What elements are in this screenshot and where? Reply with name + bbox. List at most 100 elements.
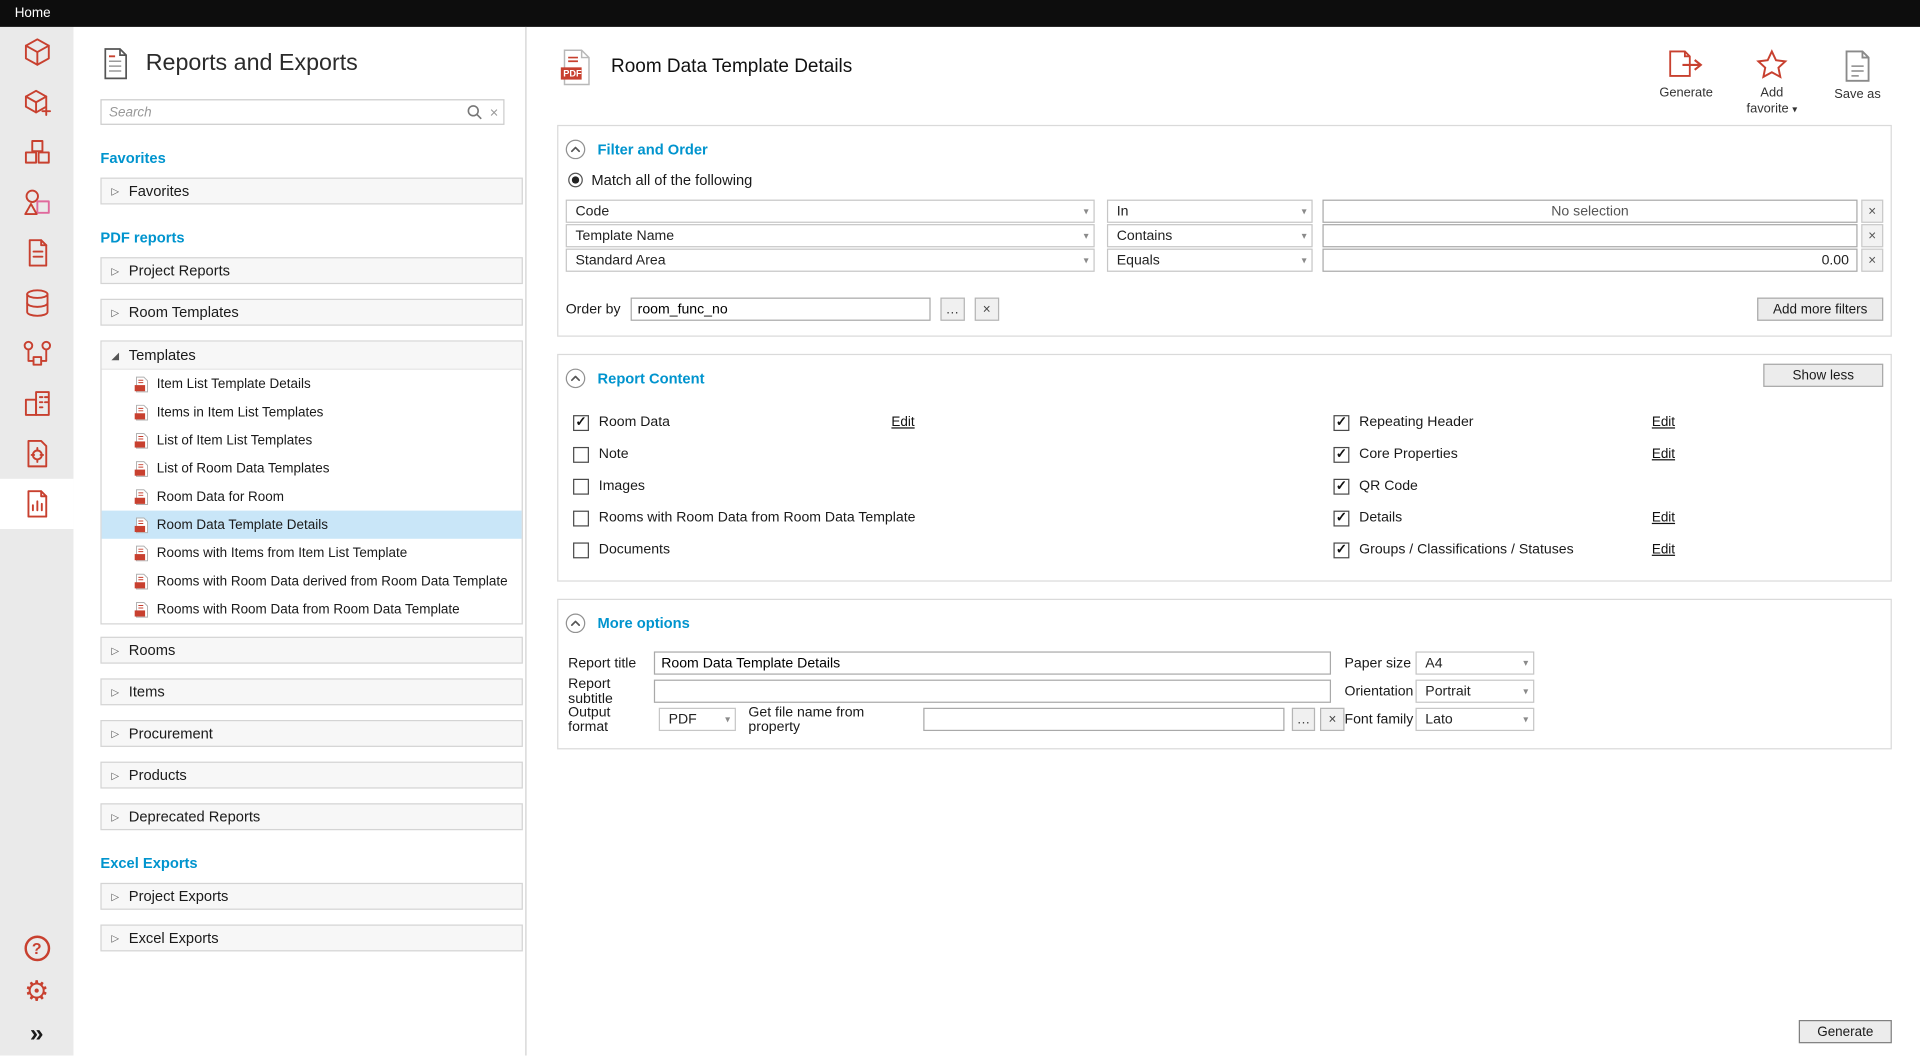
rail-item-database[interactable] [0,278,73,328]
edit-details-link[interactable]: Edit [1652,511,1675,526]
tree-item-rooms-with-room-data-from-template[interactable]: Rooms with Room Data from Room Data Temp… [102,595,522,623]
sidebar-item-items[interactable]: Items [100,678,522,705]
checkbox-label: Room Data [599,415,892,430]
core-properties-checkbox[interactable] [1333,446,1349,462]
filter-operator-select[interactable]: Equals [1107,249,1313,272]
edit-room-data-link[interactable]: Edit [891,415,914,430]
order-by-input[interactable] [630,298,930,321]
note-checkbox[interactable] [573,446,589,462]
search-icon[interactable] [467,104,483,120]
generate-report-button[interactable]: Generate [1799,1020,1892,1043]
order-by-browse-button[interactable] [940,298,964,321]
report-subtitle-input[interactable] [654,680,1331,703]
tree-item-room-data-template-details[interactable]: Room Data Template Details [102,511,522,539]
paper-size-select[interactable]: A4 [1416,651,1535,674]
edit-core-properties-link[interactable]: Edit [1652,447,1675,462]
help-icon[interactable] [24,936,50,962]
tree-item-rooms-with-items-from-item-list-template[interactable]: Rooms with Items from Item List Template [102,539,522,567]
section-title: Report Content [598,370,705,387]
rail-item-process[interactable] [0,328,73,378]
match-all-radio[interactable] [568,173,583,188]
documents-checkbox[interactable] [573,542,589,558]
rail-item-assemblies[interactable] [0,127,73,177]
rail-item-reports[interactable] [0,479,73,529]
font-family-select[interactable]: Lato [1416,708,1535,731]
rail-item-building[interactable] [0,378,73,428]
generate-button[interactable]: Generate [1653,49,1719,118]
get-file-name-input[interactable] [924,708,1284,731]
remove-filter-icon[interactable] [1861,200,1883,223]
file-name-browse-button[interactable] [1291,708,1315,731]
paper-size-label: Paper size [1344,656,1415,671]
tree-item-rooms-with-room-data-derived[interactable]: Rooms with Room Data derived from Room D… [102,567,522,595]
sidebar-title: Reports and Exports [146,50,358,77]
rail-item-shapes[interactable] [0,178,73,228]
clear-search-icon[interactable] [490,105,499,120]
shapes-icon [20,186,53,219]
filter-field-select[interactable]: Code [566,200,1095,223]
filter-value-field[interactable] [1322,224,1857,247]
filter-operator-select[interactable]: Contains [1107,224,1313,247]
collapse-section-icon[interactable] [566,613,586,633]
edit-groups-link[interactable]: Edit [1652,542,1675,557]
filter-value-field[interactable]: No selection [1322,200,1857,223]
save-as-button[interactable]: Save as [1824,49,1890,118]
filter-field-select[interactable]: Template Name [566,224,1095,247]
sidebar-item-excel-exports[interactable]: Excel Exports [100,924,522,951]
filter-value-field[interactable]: 0.00 [1322,249,1857,272]
edit-repeating-header-link[interactable]: Edit [1652,415,1675,430]
search-box [100,99,504,125]
remove-filter-icon[interactable] [1861,224,1883,247]
sidebar-item-favorites[interactable]: Favorites [100,178,522,205]
home-tab[interactable]: Home [15,6,51,21]
rail-item-cube-add[interactable] [0,77,73,127]
sidebar-item-project-reports[interactable]: Project Reports [100,257,522,284]
sidebar-item-rooms[interactable]: Rooms [100,637,522,664]
rooms-with-room-data-checkbox[interactable] [573,510,589,526]
content-option-images: Images [573,470,1333,502]
sidebar-item-deprecated-reports[interactable]: Deprecated Reports [100,803,522,830]
sidebar-item-project-exports[interactable]: Project Exports [100,883,522,910]
rail-item-cube[interactable] [0,27,73,77]
filter-operator-select[interactable]: In [1107,200,1313,223]
report-title-input[interactable] [654,651,1331,674]
titlebar: Home [0,0,1920,27]
add-more-filters-button[interactable]: Add more filters [1757,298,1883,321]
tree-item-list-of-room-data-templates[interactable]: List of Room Data Templates [102,454,522,482]
rail-item-document[interactable] [0,228,73,278]
expand-chevrons-icon[interactable] [30,1021,44,1045]
spec-document-icon [20,437,53,470]
report-toolbar: Generate Addfavorite Save as [1653,49,1891,118]
room-data-checkbox[interactable] [573,414,589,430]
file-name-clear-icon[interactable] [1320,708,1344,731]
groups-classifications-checkbox[interactable] [1333,542,1349,558]
settings-gear-icon[interactable] [24,977,49,1005]
qr-code-checkbox[interactable] [1333,478,1349,494]
sidebar-item-products[interactable]: Products [100,762,522,789]
rail-item-spec-document[interactable] [0,429,73,479]
details-checkbox[interactable] [1333,510,1349,526]
save-as-label: Save as [1834,87,1880,103]
order-by-clear-icon[interactable] [974,298,998,321]
collapse-section-icon[interactable] [566,369,586,389]
tree-item-items-in-item-list-templates[interactable]: Items in Item List Templates [102,398,522,426]
chevron-down-icon [1084,206,1089,216]
repeating-header-checkbox[interactable] [1333,414,1349,430]
filter-field-select[interactable]: Standard Area [566,249,1095,272]
collapse-section-icon[interactable] [566,140,586,160]
sidebar-item-procurement[interactable]: Procurement [100,720,522,747]
show-less-button[interactable]: Show less [1763,364,1883,387]
tree-item-item-list-template-details[interactable]: Item List Template Details [102,370,522,398]
pdf-report-icon [133,544,148,561]
tree-item-list-of-item-list-templates[interactable]: List of Item List Templates [102,426,522,454]
remove-filter-icon[interactable] [1861,249,1883,272]
sidebar-item-room-templates[interactable]: Room Templates [100,299,522,326]
tree-item-room-data-for-room[interactable]: Room Data for Room [102,482,522,510]
output-format-select[interactable]: PDF [659,708,736,731]
orientation-select[interactable]: Portrait [1416,680,1535,703]
images-checkbox[interactable] [573,478,589,494]
sidebar-item-templates[interactable]: Templates [102,342,522,370]
add-favorite-button[interactable]: Addfavorite [1739,49,1805,118]
report-detail-panel: PDF Room Data Template Details Generate … [527,27,1920,1056]
search-input[interactable] [102,105,460,120]
